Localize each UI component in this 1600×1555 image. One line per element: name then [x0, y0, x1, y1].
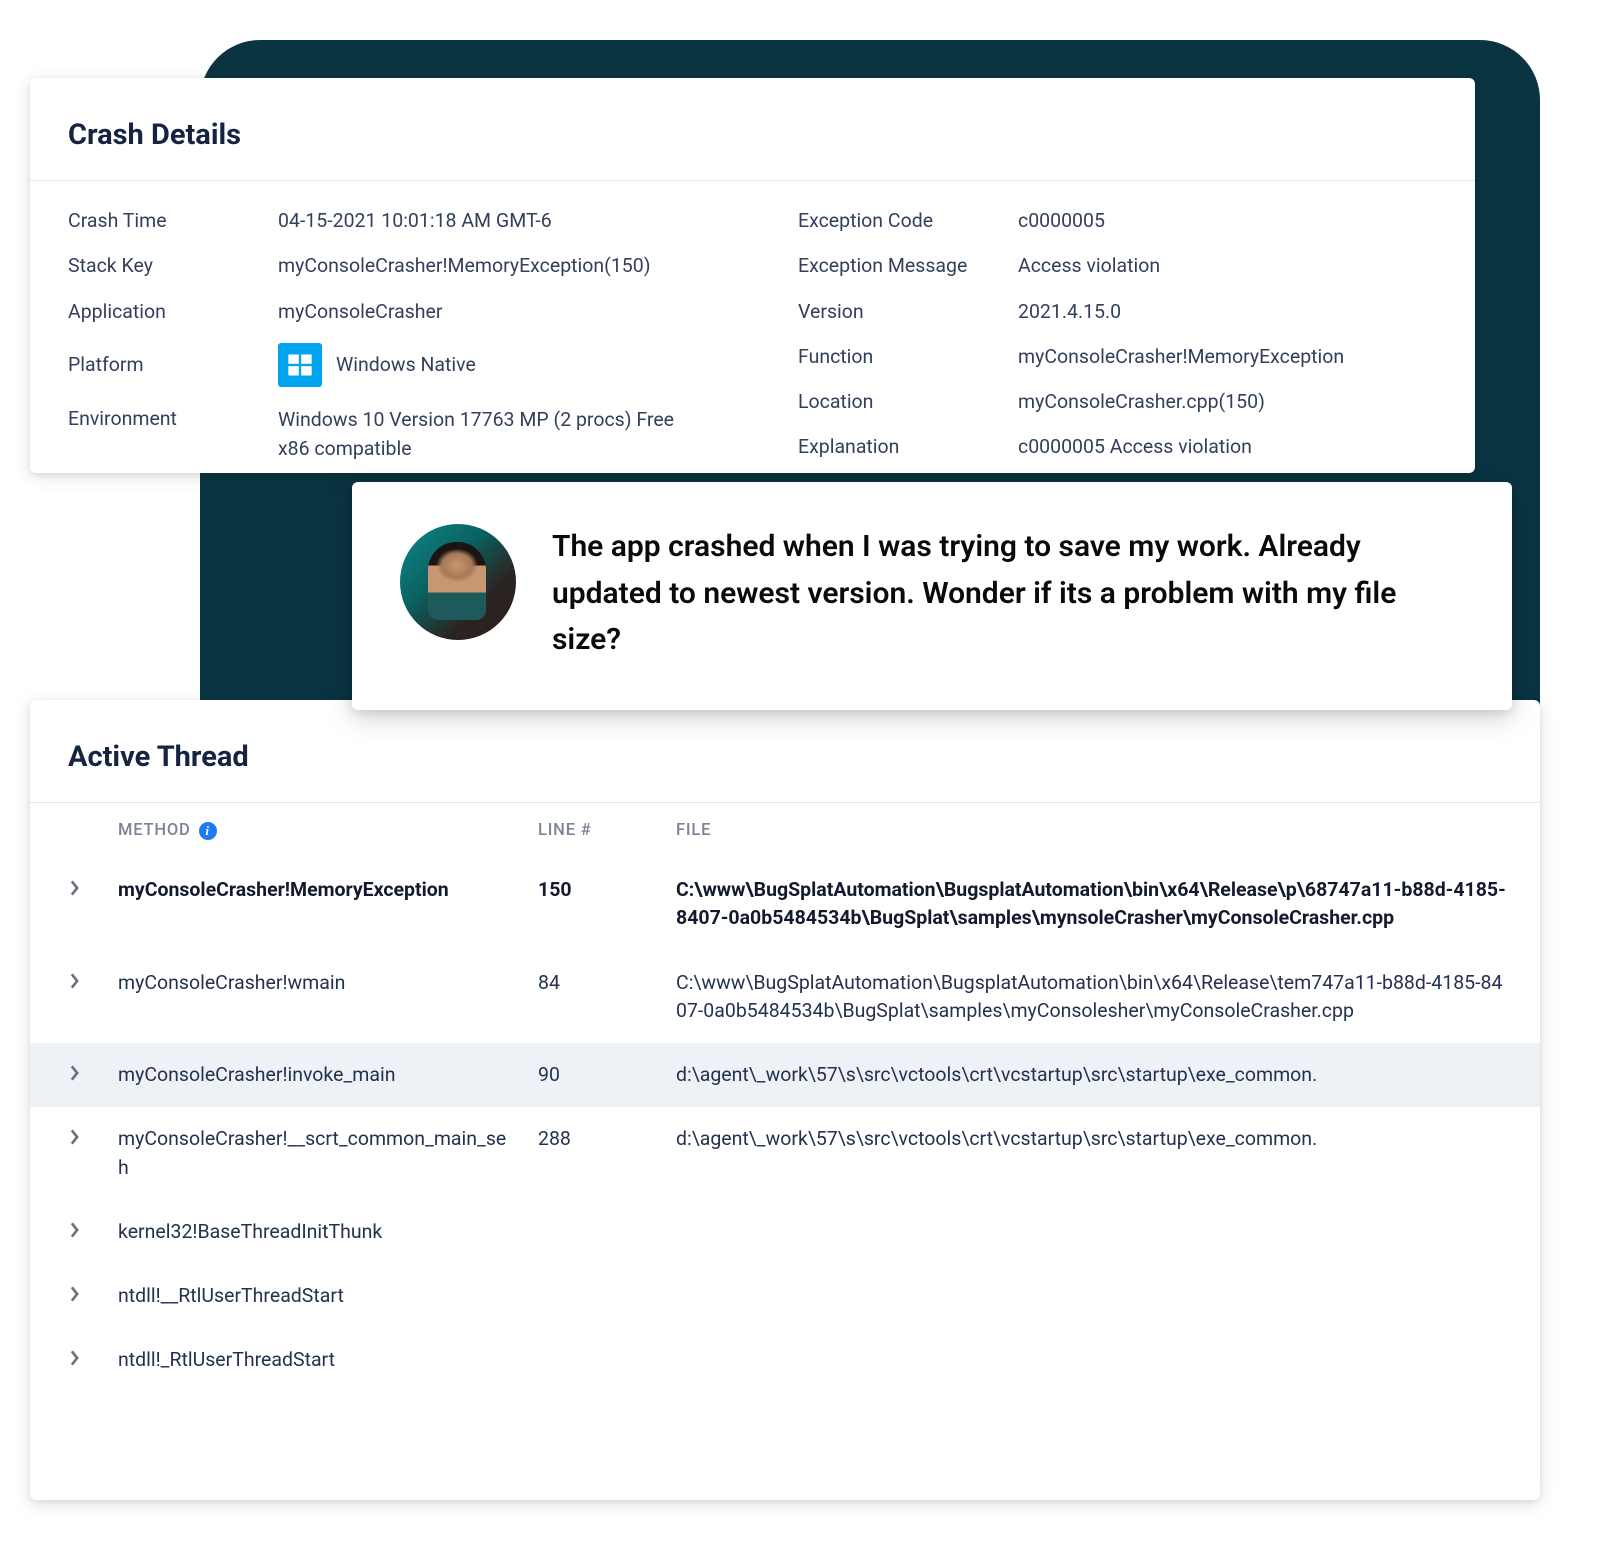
header-method[interactable]: METHOD	[118, 821, 191, 840]
label-application: Application	[68, 298, 278, 325]
thread-line: 288	[538, 1125, 676, 1153]
label-crash-time: Crash Time	[68, 207, 278, 234]
label-version: Version	[798, 298, 1018, 325]
info-icon[interactable]: i	[199, 822, 217, 840]
label-explanation: Explanation	[798, 433, 1018, 460]
chevron-right-icon[interactable]	[30, 1061, 118, 1081]
chevron-right-icon[interactable]	[30, 1346, 118, 1366]
value-environment: Windows 10 Version 17763 MP (2 procs) Fr…	[278, 405, 698, 464]
thread-file: C:\www\BugSplatAutomation\BugsplatAutoma…	[676, 876, 1520, 933]
value-application: myConsoleCrasher	[278, 298, 798, 325]
thread-file: d:\agent\_work\57\s\src\vctools\crt\vcst…	[676, 1061, 1520, 1089]
thread-row[interactable]: myConsoleCrasher!wmain84C:\www\BugSplatA…	[30, 951, 1540, 1044]
chevron-right-icon[interactable]	[30, 876, 118, 896]
chevron-right-icon[interactable]	[30, 1218, 118, 1238]
chevron-right-icon[interactable]	[30, 1282, 118, 1302]
value-explanation: c0000005 Access violation	[1018, 433, 1437, 460]
thread-line: 150	[538, 876, 676, 904]
value-location: myConsoleCrasher.cpp(150)	[1018, 388, 1437, 415]
thread-method: kernel32!BaseThreadInitThunk	[118, 1218, 538, 1246]
chevron-right-icon[interactable]	[30, 969, 118, 989]
crash-details-title: Crash Details	[30, 78, 1475, 180]
thread-row[interactable]: ntdll!__RtlUserThreadStart	[30, 1264, 1540, 1328]
thread-file: C:\www\BugSplatAutomation\BugsplatAutoma…	[676, 969, 1520, 1026]
thread-table-header: METHOD i LINE # FILE	[30, 803, 1540, 858]
value-crash-time: 04-15-2021 10:01:18 AM GMT-6	[278, 207, 798, 234]
value-stack-key: myConsoleCrasher!MemoryException(150)	[278, 252, 798, 279]
thread-method: ntdll!__RtlUserThreadStart	[118, 1282, 538, 1310]
label-exception-message: Exception Message	[798, 252, 1018, 279]
thread-row[interactable]: myConsoleCrasher!__scrt_common_main_seh2…	[30, 1107, 1540, 1200]
value-function: myConsoleCrasher!MemoryException	[1018, 343, 1437, 370]
thread-line: 90	[538, 1061, 676, 1089]
thread-line: 84	[538, 969, 676, 997]
thread-row[interactable]: ntdll!_RtlUserThreadStart	[30, 1328, 1540, 1392]
thread-method: myConsoleCrasher!invoke_main	[118, 1061, 538, 1089]
thread-method: myConsoleCrasher!wmain	[118, 969, 538, 997]
value-exception-message: Access violation	[1018, 252, 1437, 279]
thread-row[interactable]: myConsoleCrasher!invoke_main90d:\agent\_…	[30, 1043, 1540, 1107]
chevron-right-icon[interactable]	[30, 1125, 118, 1145]
label-platform: Platform	[68, 343, 278, 387]
user-comment-text: The app crashed when I was trying to sav…	[552, 524, 1464, 664]
value-version: 2021.4.15.0	[1018, 298, 1437, 325]
windows-icon	[278, 343, 322, 387]
header-line[interactable]: LINE #	[538, 821, 676, 840]
thread-method: myConsoleCrasher!__scrt_common_main_seh	[118, 1125, 538, 1182]
active-thread-panel: Active Thread METHOD i LINE # FILE myCon…	[30, 700, 1540, 1500]
thread-method: myConsoleCrasher!MemoryException	[118, 876, 538, 904]
thread-row[interactable]: kernel32!BaseThreadInitThunk	[30, 1200, 1540, 1264]
avatar	[400, 524, 516, 640]
thread-row[interactable]: myConsoleCrasher!MemoryException150C:\ww…	[30, 858, 1540, 951]
crash-details-panel: Crash Details Crash Time Stack Key Appli…	[30, 78, 1475, 473]
label-environment: Environment	[68, 405, 278, 432]
thread-method: ntdll!_RtlUserThreadStart	[118, 1346, 538, 1374]
label-exception-code: Exception Code	[798, 207, 1018, 234]
value-platform: Windows Native	[336, 351, 476, 378]
value-exception-code: c0000005	[1018, 207, 1437, 234]
header-file[interactable]: FILE	[676, 821, 1540, 840]
label-function: Function	[798, 343, 1018, 370]
label-location: Location	[798, 388, 1018, 415]
active-thread-title: Active Thread	[30, 700, 1540, 802]
label-stack-key: Stack Key	[68, 252, 278, 279]
thread-file: d:\agent\_work\57\s\src\vctools\crt\vcst…	[676, 1125, 1520, 1153]
user-comment-card: The app crashed when I was trying to sav…	[352, 482, 1512, 710]
